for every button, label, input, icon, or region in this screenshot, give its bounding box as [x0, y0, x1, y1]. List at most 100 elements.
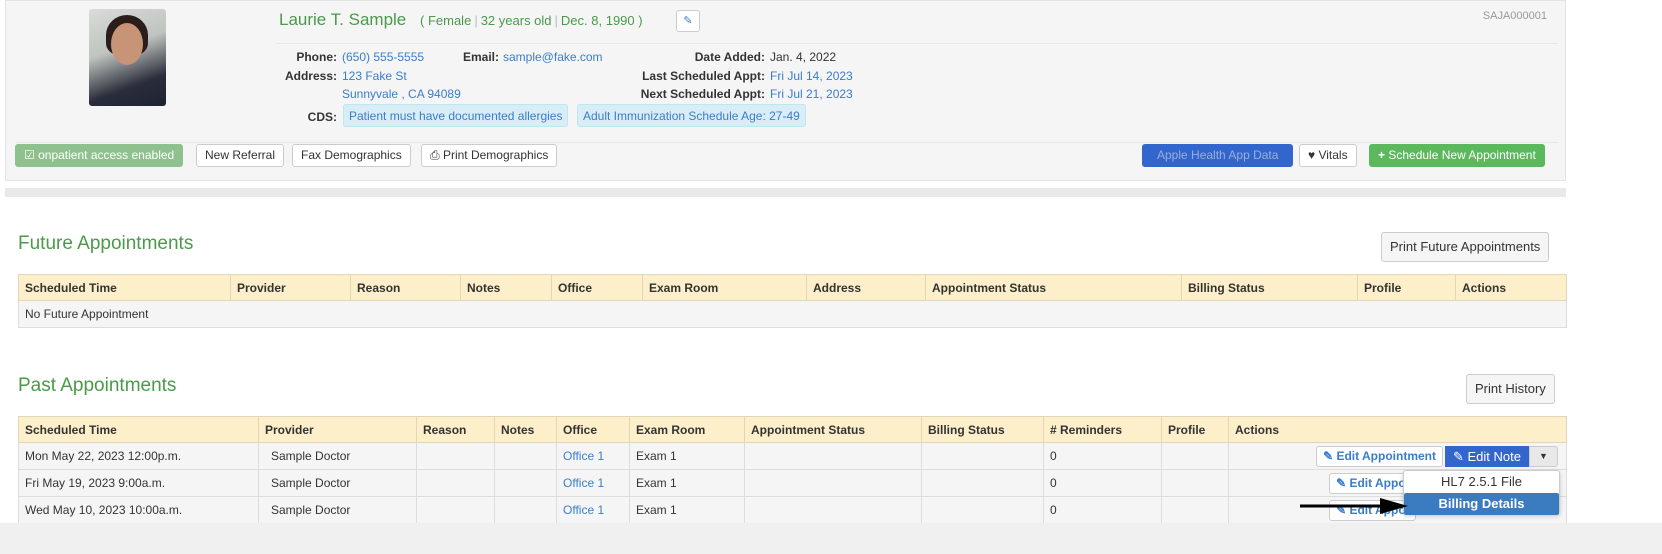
patient-id: SAJA000001 [1482, 10, 1547, 22]
email-label: Email: [462, 50, 499, 64]
column-header: Billing Status [921, 416, 1044, 443]
notes [494, 442, 557, 470]
dropdown-toggle-caret-icon[interactable]: ▼ [1529, 446, 1558, 467]
table-row[interactable]: Mon May 22, 2023 12:00p.m. Sample Doctor O… [18, 442, 1567, 470]
provider: Sample Doctor [258, 469, 417, 497]
billing-status [921, 496, 1044, 524]
notes [494, 496, 557, 524]
label: Edit Appoi [1349, 476, 1409, 490]
table-header: Scheduled Time Provider Reason Notes Office E… [18, 274, 1567, 301]
scheduled-time: Fri May 19, 2023 9:00a.m. [18, 469, 259, 497]
pencil-icon: ✎ [683, 15, 693, 27]
next-appt-label: Next Scheduled Appt: [640, 87, 765, 101]
patient-name: Laurie T. Sample [279, 10, 407, 29]
column-header: # Reminders [1043, 416, 1162, 443]
scheduled-time: Mon May 22, 2023 12:00p.m. [18, 442, 259, 470]
patient-header-panel: Laurie T. Sample ( Female | 32 years old | D… [5, 0, 1566, 181]
provider: Sample Doctor [258, 442, 417, 470]
label: Edit Appointment [1336, 449, 1436, 463]
column-header: Appointment Status [925, 274, 1182, 301]
exam-room: Exam 1 [629, 469, 745, 497]
appointment-status [744, 442, 922, 470]
address-line2[interactable]: Sunnyvale , CA 94089 [342, 87, 461, 101]
column-header: Provider [258, 416, 417, 443]
cds-alert[interactable]: Patient must have documented allergies [343, 104, 569, 127]
column-header: Actions [1455, 274, 1567, 301]
edit-patient-button[interactable]: ✎ [676, 10, 700, 32]
address-line1[interactable]: 123 Fake St [342, 69, 407, 83]
edit-note-dropdown-menu: HL7 2.5.1 File Billing Details [1403, 470, 1560, 515]
print-future-button[interactable]: Print Future Appointments [1381, 232, 1550, 262]
phone-label: Phone: [296, 50, 337, 64]
future-appointments-title: Future Appointments [18, 233, 194, 254]
section-separator [5, 188, 1566, 197]
printer-icon: ⎙ [430, 148, 440, 162]
gender: Female [427, 13, 472, 28]
empty-message: No Future Appointment [18, 300, 1567, 328]
last-appt-link[interactable]: Fri Jul 14, 2023 [770, 69, 853, 83]
bottom-bar [0, 523, 1662, 554]
column-header: Profile [1161, 416, 1229, 443]
label: Schedule New Appointment [1388, 148, 1536, 162]
table-row: No Future Appointment [18, 300, 1567, 328]
appointment-status [744, 469, 922, 497]
apple-health-button[interactable]: Apple Health App Data [1142, 144, 1294, 167]
actions: ✎ Edit Appointment ✎ Edit Note ▼ [1228, 442, 1567, 470]
column-header: Office [556, 416, 630, 443]
column-header: Address [806, 274, 926, 301]
patient-demographics: ( Female | 32 years old | Dec. 8, 1990 ) [420, 13, 643, 28]
reminders: 0 [1043, 442, 1162, 470]
column-header: Reason [416, 416, 495, 443]
next-appt-link[interactable]: Fri Jul 21, 2023 [770, 87, 853, 101]
edit-appointment-button[interactable]: ✎ Edit Appointment [1316, 446, 1443, 467]
edit-note-button[interactable]: ✎ Edit Note [1445, 446, 1529, 467]
cds-alert[interactable]: Adult Immunization Schedule Age: 27-49 [577, 104, 806, 127]
column-header: Exam Room [629, 416, 745, 443]
divider [276, 43, 1558, 44]
column-header: Office [551, 274, 643, 301]
label: Print Demographics [442, 148, 549, 162]
vitals-button[interactable]: ♥ Vitals [1299, 144, 1357, 167]
scheduled-time: Wed May 10, 2023 10:00a.m. [18, 496, 259, 524]
column-header: Billing Status [1181, 274, 1358, 301]
plus-icon: + [1378, 148, 1386, 162]
profile [1161, 496, 1229, 524]
office-link[interactable]: Office 1 [556, 469, 630, 497]
column-header: Profile [1357, 274, 1456, 301]
menu-item-hl7-file[interactable]: HL7 2.5.1 File [1404, 471, 1559, 493]
new-referral-button[interactable]: New Referral [196, 144, 285, 167]
print-demographics-button[interactable]: ⎙ Print Demographics [421, 144, 558, 167]
label: onpatient access enabled [38, 148, 175, 162]
schedule-appointment-button[interactable]: + Schedule New Appointment [1369, 144, 1545, 167]
column-header: Appointment Status [744, 416, 922, 443]
provider: Sample Doctor [258, 496, 417, 524]
menu-item-billing-details[interactable]: Billing Details [1404, 493, 1559, 515]
reason [416, 496, 495, 524]
print-history-button[interactable]: Print History [1466, 374, 1555, 404]
heart-icon: ♥ [1308, 148, 1316, 162]
label: Edit Note [1467, 449, 1521, 464]
address-label: Address: [284, 69, 337, 83]
table-row[interactable]: Fri May 19, 2023 9:00a.m. Sample Doctor Of… [18, 469, 1567, 497]
future-appointments-table: Scheduled Time Provider Reason Notes Office E… [18, 274, 1567, 328]
checkbox-icon: ☑ [24, 148, 35, 162]
profile [1161, 469, 1229, 497]
column-header: Reason [350, 274, 461, 301]
onpatient-access-button[interactable]: ☑ onpatient access enabled [15, 144, 184, 167]
past-appointments-title: Past Appointments [18, 375, 177, 396]
cds-label: CDS: [307, 110, 337, 124]
column-header: Scheduled Time [18, 416, 259, 443]
reminders: 0 [1043, 496, 1162, 524]
column-header: Notes [460, 274, 552, 301]
reason [416, 469, 495, 497]
column-header: Exam Room [642, 274, 807, 301]
reason [416, 442, 495, 470]
column-header: Notes [494, 416, 557, 443]
fax-demographics-button[interactable]: Fax Demographics [292, 144, 411, 167]
profile [1161, 442, 1229, 470]
office-link[interactable]: Office 1 [556, 442, 630, 470]
office-link[interactable]: Office 1 [556, 496, 630, 524]
appointment-status [744, 496, 922, 524]
label: Vitals [1318, 148, 1348, 162]
arrow-pointer-icon [1300, 498, 1408, 514]
